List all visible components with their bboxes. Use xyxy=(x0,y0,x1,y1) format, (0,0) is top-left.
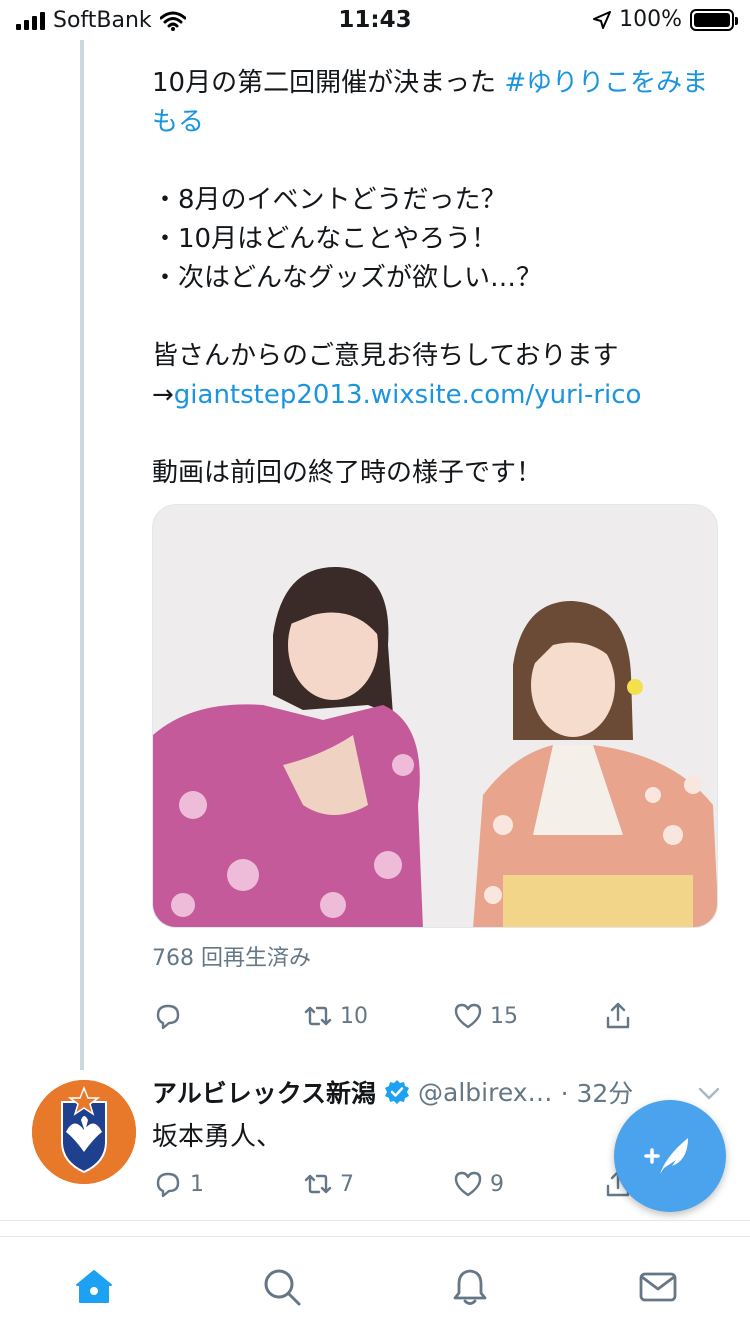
home-icon xyxy=(76,1270,112,1303)
tweet-text-part: ・8月のイベントどうだった？ ・10月はどんなことやろう！ ・次はどんなグッズが… xyxy=(152,185,619,410)
reply-button[interactable]: 1 xyxy=(152,1168,302,1200)
tab-notifications[interactable] xyxy=(448,1265,492,1309)
like-button[interactable]: 9 xyxy=(452,1168,602,1200)
like-icon xyxy=(454,1171,482,1197)
status-right: 100% xyxy=(593,7,738,32)
like-button[interactable]: 15 xyxy=(452,1000,602,1032)
share-icon xyxy=(606,1002,630,1029)
tab-bar xyxy=(0,1236,750,1334)
share-button[interactable] xyxy=(602,1000,634,1032)
like-count: 9 xyxy=(490,1171,504,1197)
tweet-text-part: 10月の第二回開催が決まった xyxy=(152,68,505,98)
tab-messages[interactable] xyxy=(636,1265,680,1309)
thread-line xyxy=(80,40,84,1070)
verified-icon xyxy=(385,1080,410,1104)
view-count: 768 回再生済み xyxy=(152,946,311,971)
battery-percent: 100% xyxy=(619,7,682,32)
battery-icon xyxy=(690,8,738,31)
tweet-text: 10月の第二回開催が決まった #ゆりりこをみまもる ・8月のイベントどうだった？… xyxy=(152,64,732,493)
search-icon xyxy=(264,1269,301,1306)
tweet2-handle[interactable]: @albirex… xyxy=(418,1078,553,1107)
retweet-icon xyxy=(304,1006,332,1026)
tweet-actions: 10 15 xyxy=(152,1000,652,1032)
retweet-count: 10 xyxy=(340,1003,368,1029)
reply-icon xyxy=(156,1172,180,1198)
tab-home[interactable] xyxy=(72,1265,116,1309)
reply-count: 1 xyxy=(190,1171,204,1197)
reply-button[interactable] xyxy=(152,1000,302,1032)
albirex-logo xyxy=(32,1080,136,1184)
compose-icon xyxy=(644,1138,688,1174)
tweet2-header: アルビレックス新潟 @albirex… · 32分 xyxy=(152,1074,633,1110)
retweet-icon xyxy=(304,1174,332,1194)
like-count: 15 xyxy=(490,1003,518,1029)
tweet-text-part: 動画は前回の終了時の様子です！ xyxy=(152,458,543,488)
divider xyxy=(0,1220,750,1221)
retweet-button[interactable]: 10 xyxy=(302,1000,452,1032)
notifications-icon xyxy=(453,1269,487,1305)
url-link[interactable]: giantstep2013.wixsite.com/yuri-rico xyxy=(174,380,642,410)
reply-icon xyxy=(156,1004,180,1030)
tab-search[interactable] xyxy=(260,1265,304,1309)
compose-button[interactable] xyxy=(614,1100,726,1212)
retweet-button[interactable]: 7 xyxy=(302,1168,452,1200)
status-bar: SoftBank 11:43 100% xyxy=(0,0,750,40)
tweet2-author-name[interactable]: アルビレックス新潟 xyxy=(152,1074,376,1110)
tweet2-text: 坂本勇人、 xyxy=(152,1122,283,1152)
video-thumbnail xyxy=(153,505,717,927)
location-arrow-icon xyxy=(593,10,612,29)
tweet2-time: · 32分 xyxy=(560,1079,634,1108)
like-icon xyxy=(454,1003,482,1029)
messages-icon xyxy=(639,1272,677,1302)
tweet2-actions: 1 7 9 xyxy=(152,1168,652,1200)
video-player[interactable] xyxy=(152,504,718,928)
chevron-down-icon[interactable] xyxy=(696,1080,722,1106)
retweet-count: 7 xyxy=(340,1171,354,1197)
avatar[interactable] xyxy=(32,1080,136,1184)
